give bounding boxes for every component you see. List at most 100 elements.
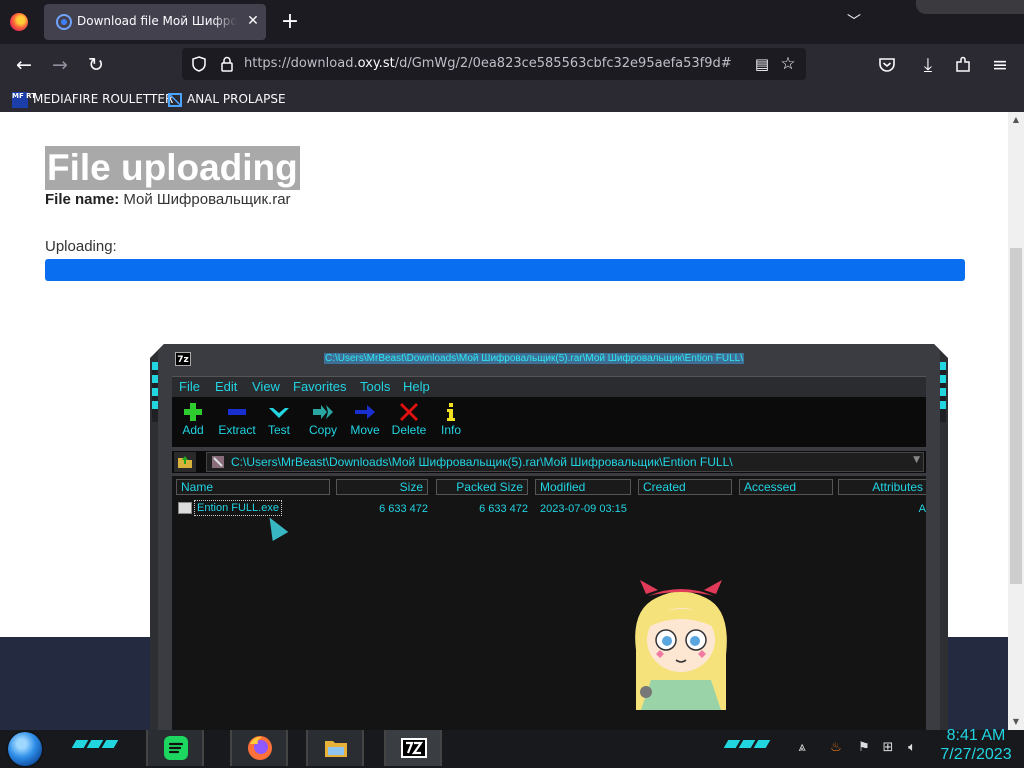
taskbar-explorer-button[interactable] — [306, 730, 364, 766]
extract-button[interactable]: Extract — [213, 401, 261, 445]
hamburger-menu-icon[interactable]: ≡ — [986, 51, 1014, 79]
col-accessed[interactable]: Accessed — [739, 479, 833, 495]
mouse-cursor-icon — [261, 512, 289, 542]
bookmark-star-icon[interactable]: ☆ — [778, 54, 798, 74]
col-size[interactable]: Size — [336, 479, 428, 495]
extensions-icon[interactable] — [954, 56, 972, 74]
double-arrow-right-icon — [313, 405, 333, 419]
move-button[interactable]: Move — [341, 401, 389, 445]
menu-file[interactable]: File — [179, 379, 200, 394]
page-scrollbar[interactable]: ▲ ▼ — [1008, 112, 1024, 730]
browser-tabbar: Download file Мой Шифровальщик.rar ✕ + ﹀ — [0, 0, 1024, 44]
chevron-down-icon[interactable]: ﹀ — [842, 10, 866, 34]
test-label: Test — [267, 423, 290, 437]
7zip-icon — [401, 738, 427, 758]
firefox-view-icon[interactable] — [10, 13, 28, 31]
path-text: C:\Users\MrBeast\Downloads\Мой Шифроваль… — [231, 455, 733, 469]
row-packed-size: 6 633 472 — [479, 503, 528, 515]
url-prefix: https://download. — [244, 56, 358, 71]
menu-help[interactable]: Help — [403, 379, 430, 394]
delete-label: Delete — [391, 423, 427, 437]
delete-button[interactable]: Delete — [385, 401, 433, 445]
path-field[interactable]: C:\Users\MrBeast\Downloads\Мой Шифроваль… — [206, 452, 924, 472]
taskbar-decoration — [71, 740, 119, 750]
window-frame-decoration — [916, 0, 1024, 14]
menu-view[interactable]: View — [252, 379, 280, 394]
new-tab-icon[interactable]: + — [278, 10, 302, 34]
back-arrow-icon[interactable]: ← — [10, 51, 38, 79]
browser-tab[interactable]: Download file Мой Шифровальщик.rar ✕ — [44, 4, 266, 40]
plus-icon — [184, 403, 202, 421]
pocket-icon[interactable] — [878, 56, 896, 74]
network-icon[interactable]: ⊞ — [880, 740, 896, 756]
sevenzip-app-icon[interactable]: 7z — [175, 352, 191, 366]
bookmark-favicon-icon — [168, 92, 182, 107]
col-packed-size[interactable]: Packed Size — [436, 479, 528, 495]
show-hidden-icons-icon[interactable]: ⩓ — [794, 740, 810, 756]
test-button[interactable]: Test — [255, 401, 303, 445]
info-icon — [447, 403, 455, 421]
window-side-decoration — [152, 362, 158, 422]
exe-file-icon — [178, 502, 192, 514]
sevenzip-window[interactable]: 7z C:\Users\MrBeast\Downloads\Мой Шифров… — [150, 344, 948, 730]
toolbar: Add Extract Test Copy Move Delete Info — [172, 397, 926, 447]
menu-tools[interactable]: Tools — [360, 379, 390, 394]
scroll-up-arrow-icon[interactable]: ▲ — [1008, 112, 1024, 128]
tab-close-icon[interactable]: ✕ — [244, 10, 262, 32]
browser-navbar: ← → ↻ https://download.oxy.st/d/GmWg/2/0… — [0, 44, 1024, 86]
url-text[interactable]: https://download.oxy.st/d/GmWg/2/0ea823c… — [244, 56, 732, 71]
upload-progress-bar — [45, 259, 965, 281]
page-title: File uploading — [45, 146, 300, 190]
dropdown-arrow-icon[interactable]: ▼ — [913, 455, 920, 465]
copy-label: Copy — [308, 423, 337, 437]
taskbar-firefox-button[interactable] — [230, 730, 288, 766]
reader-view-icon[interactable]: ▤ — [752, 54, 772, 74]
sevenzip-titlebar[interactable]: 7z C:\Users\MrBeast\Downloads\Мой Шифров… — [172, 350, 928, 370]
window-title: C:\Users\MrBeast\Downloads\Мой Шифроваль… — [324, 353, 745, 364]
bookmark-mediafire-roulette[interactable]: MF RTMEDIAFIRE ROULETTER — [12, 90, 173, 108]
volume-icon[interactable]: 🔈︎ — [904, 740, 920, 756]
add-label: Add — [182, 423, 204, 437]
uploading-label: Uploading: — [45, 238, 117, 255]
java-update-icon[interactable]: ♨ — [828, 740, 844, 756]
bookmark-second[interactable]: ANAL PROLAPSE — [168, 90, 286, 108]
taskbar: ⩓ ♨ ⚑ ⊞ 🔈︎ 8:41 AM 7/27/2023 — [0, 727, 1024, 768]
row-attributes: A — [918, 503, 926, 515]
col-name[interactable]: Name — [176, 479, 330, 495]
taskbar-7zip-button[interactable] — [384, 730, 442, 766]
url-bar[interactable]: https://download.oxy.st/d/GmWg/2/0ea823c… — [182, 48, 806, 80]
firefox-icon — [248, 736, 272, 760]
menu-bar: File Edit View Favorites Tools Help — [172, 376, 926, 397]
menu-favorites[interactable]: Favorites — [293, 379, 346, 394]
bookmark-label: ANAL PROLAPSE — [187, 92, 286, 106]
add-button[interactable]: Add — [169, 401, 217, 445]
bookmarks-toolbar: MF RTMEDIAFIRE ROULETTER ANAL PROLAPSE — [0, 86, 1024, 112]
lock-icon[interactable] — [220, 56, 234, 72]
scrollbar-thumb[interactable] — [1010, 248, 1022, 584]
bookmark-label: MEDIAFIRE ROULETTER — [33, 92, 174, 106]
mediafire-favicon-icon: MF RT — [12, 91, 36, 108]
tab-title: Download file Мой Шифровальщик.rar — [77, 14, 237, 28]
window-side-decoration — [940, 362, 946, 422]
action-center-flag-icon[interactable]: ⚑ — [856, 740, 872, 756]
reload-icon[interactable]: ↻ — [82, 51, 110, 79]
col-modified[interactable]: Modified — [535, 479, 631, 495]
clock-time[interactable]: 8:41 AM — [934, 727, 1018, 745]
info-button[interactable]: Info — [427, 401, 475, 445]
clock-date[interactable]: 7/27/2023 — [934, 746, 1018, 764]
col-attributes[interactable]: Attributes — [838, 479, 926, 495]
start-button[interactable] — [8, 732, 42, 766]
up-folder-button[interactable] — [174, 452, 196, 472]
file-name-label: File name: — [45, 191, 120, 208]
taskbar-spotify-button[interactable] — [146, 730, 204, 766]
folder-up-icon — [178, 456, 192, 468]
col-created[interactable]: Created — [638, 479, 732, 495]
file-explorer-icon — [325, 741, 347, 757]
downloads-icon[interactable]: ⤓ — [914, 51, 942, 79]
copy-button[interactable]: Copy — [299, 401, 347, 445]
check-icon — [269, 408, 289, 418]
menu-edit[interactable]: Edit — [215, 379, 237, 394]
forward-arrow-icon[interactable]: → — [46, 51, 74, 79]
row-name[interactable]: Ention FULL.exe — [194, 500, 282, 516]
shield-icon[interactable] — [192, 56, 206, 72]
